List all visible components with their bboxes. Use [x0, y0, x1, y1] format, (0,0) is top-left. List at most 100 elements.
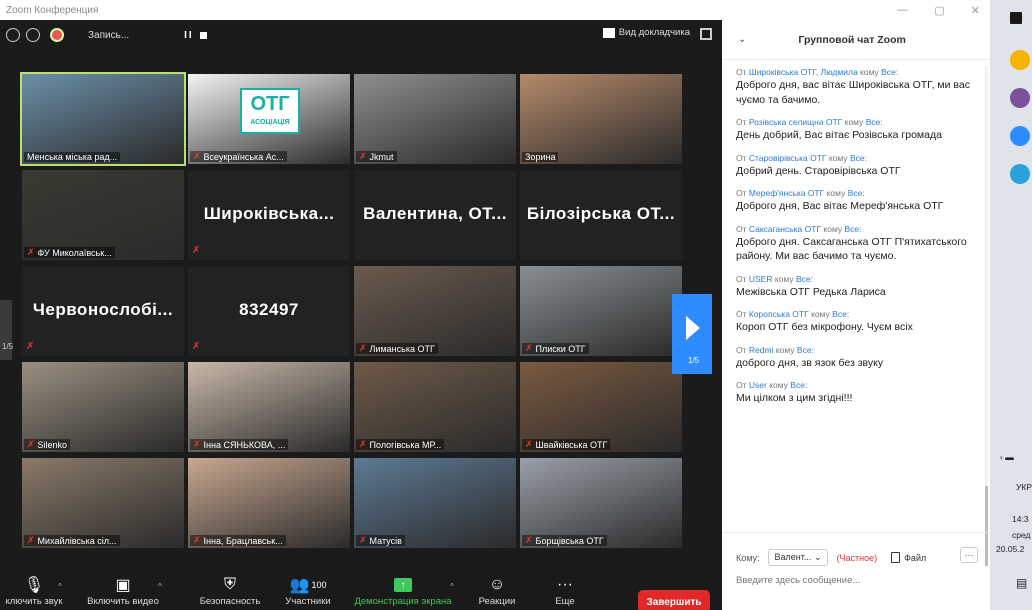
participants-button[interactable]: 👥 100 Участники: [278, 574, 338, 607]
chrome-icon[interactable]: [1010, 50, 1030, 70]
chat-scrollbar[interactable]: [985, 66, 988, 566]
language-indicator[interactable]: УКР: [1016, 482, 1032, 492]
telegram-icon[interactable]: [1010, 164, 1030, 184]
participant-tile[interactable]: Зорина: [520, 74, 682, 164]
chevron-down-icon[interactable]: ⌄: [738, 34, 746, 45]
reactions-button[interactable]: ☺ Реакции: [472, 574, 522, 607]
participant-tile[interactable]: ✗ Інна, Брацлавськ...: [188, 458, 350, 548]
notification-icon[interactable]: ▤: [1016, 576, 1027, 590]
chat-recipient: Все:: [847, 188, 865, 198]
clock-time[interactable]: 14:3: [1012, 514, 1029, 524]
share-screen-button[interactable]: ↑ Демонстрация экрана: [348, 574, 458, 607]
participant-tile[interactable]: 832497 ✗: [188, 266, 350, 356]
participant-tile[interactable]: ✗ Лиманська ОТГ: [354, 266, 516, 356]
more-icon: ···: [557, 576, 573, 593]
audio-options-caret-icon[interactable]: ^: [58, 582, 62, 591]
chat-message: От User кому Все: Ми цілком з цим згідні!…: [736, 379, 976, 406]
file-button[interactable]: Файл: [891, 552, 926, 563]
participant-tile[interactable]: Білозірська ОТ...: [520, 170, 682, 260]
chat-sender: Саксаганська ОТГ: [748, 223, 822, 234]
otg-logo: ОТГ АСОЦІАЦІЯ: [240, 88, 300, 134]
chat-more-button[interactable]: ···: [960, 547, 978, 563]
from-word: От: [736, 188, 749, 198]
chat-sender: Redmi: [748, 344, 774, 355]
tray-chevron-icon[interactable]: ‹ ▬: [1000, 452, 1014, 462]
participant-tile[interactable]: ✗ Михайлівська сіл...: [22, 458, 184, 548]
mic-muted-icon: ✗: [193, 535, 201, 545]
participant-tile[interactable]: ✗ Швайківська ОТГ: [520, 362, 682, 452]
record-icon: [52, 30, 62, 40]
participant-name-large: Валентина, ОТ...: [363, 204, 507, 223]
chat-sender: Старовірівська ОТГ: [748, 152, 827, 163]
video-button[interactable]: ▣ Включить видео: [80, 574, 166, 607]
mic-off-icon: 🎙: [23, 577, 45, 594]
to-word: кому: [766, 380, 791, 390]
participant-name-text: Silenko: [37, 439, 68, 450]
participant-name-text: Інна СЯНЬКОВА, ...: [203, 439, 286, 450]
window-controls: — ▢ ✕: [897, 0, 980, 20]
to-word: кому: [821, 223, 845, 234]
chat-message: От Саксаганська ОТГ кому Все: Доброго дня…: [736, 223, 976, 264]
shield-icon[interactable]: [26, 28, 40, 42]
participant-tile[interactable]: Валентина, ОТ...: [354, 170, 516, 260]
participant-tile[interactable]: ✗ Плиски ОТГ: [520, 266, 682, 356]
participant-video: [520, 74, 682, 164]
participant-tile[interactable]: ✗ Матусів: [354, 458, 516, 548]
participants-count: 100: [311, 580, 327, 590]
stop-record-button[interactable]: [199, 31, 207, 39]
chat-sender: Розівська селищна ОТГ: [748, 117, 843, 127]
participant-name: ✗ Silenko: [24, 439, 71, 450]
info-icon[interactable]: [6, 28, 20, 42]
maximize-icon[interactable]: ▢: [934, 4, 944, 17]
chat-message-text: Ми цілком з цим згідні!!!: [736, 392, 853, 404]
viber-icon[interactable]: [1010, 88, 1030, 108]
next-page-button[interactable]: 1/5: [672, 294, 712, 374]
participant-tile[interactable]: ✗ Інна СЯНЬКОВА, ...: [188, 362, 350, 452]
participant-tile[interactable]: ✗ ФУ Миколаївськ...: [22, 170, 184, 260]
recipient-select[interactable]: Валент... ⌄: [767, 549, 829, 566]
participant-tile[interactable]: Червонослобі... ✗: [22, 266, 184, 356]
participant-video: [22, 74, 184, 164]
prev-page-button[interactable]: 1/5: [0, 300, 13, 360]
mute-button[interactable]: 🎙 ключить звук: [4, 574, 64, 607]
video-options-caret-icon[interactable]: ^: [158, 582, 162, 591]
speaker-view-label: Вид докладчика: [618, 27, 690, 38]
share-options-caret-icon[interactable]: ^: [450, 582, 454, 591]
participant-name-text: Плиски ОТГ: [535, 343, 586, 354]
participant-tile[interactable]: ✗ Silenko: [22, 362, 184, 452]
video-label: Включить видео: [87, 596, 159, 607]
participant-tile[interactable]: ✗ Пологівська МР...: [354, 362, 516, 452]
grid-icon: [602, 27, 615, 38]
to-word: кому: [842, 117, 866, 127]
pause-record-button[interactable]: II: [184, 30, 194, 41]
security-button[interactable]: ⛨ Безопасность: [194, 574, 266, 607]
participant-name-large: 832497: [239, 300, 299, 319]
chat-input[interactable]: Введите здесь сообщение...: [736, 575, 860, 586]
end-meeting-button[interactable]: Завершить: [638, 590, 710, 610]
more-button[interactable]: ··· Еще: [550, 574, 580, 607]
windows-start-icon[interactable]: [1010, 12, 1022, 24]
security-label: Безопасность: [199, 596, 261, 607]
speaker-view-button[interactable]: Вид докладчика: [602, 27, 690, 38]
minimize-icon[interactable]: —: [897, 4, 908, 16]
participant-name: ✗ Борщівська ОТГ: [522, 535, 607, 546]
file-icon: [891, 552, 901, 563]
chat-header: ⌄ Групповой чат Zoom: [722, 20, 990, 60]
participant-tile[interactable]: Менська міська рад...: [20, 72, 186, 166]
participants-label: Участники: [285, 596, 331, 607]
chat-message-text: Доброго дня, вас вітає Широківська ОТГ, …: [736, 79, 970, 106]
to-word: кому: [826, 152, 850, 163]
participant-name: ✗ Jkmut: [356, 151, 397, 162]
participant-tile[interactable]: Широківська... ✗: [188, 170, 350, 260]
meeting-toolbar: 🎙 ключить звук ^ ▣ Включить видео ^ ⛨ Бе…: [0, 568, 722, 610]
participant-tile[interactable]: ✗ Борщівська ОТГ: [520, 458, 682, 548]
zoom-icon[interactable]: [1010, 126, 1030, 146]
fullscreen-icon[interactable]: [700, 28, 712, 40]
participant-name: ✗ Матусів: [356, 535, 405, 546]
chat-recipient: Все:: [790, 380, 808, 390]
chat-message: От Широківська ОТГ, Людмила кому Все: Доб…: [736, 66, 976, 107]
participant-tile[interactable]: ✗ Jkmut: [354, 74, 516, 164]
close-icon[interactable]: ✕: [971, 4, 980, 17]
participant-tile[interactable]: ОТГ АСОЦІАЦІЯ ✗ Всеукраїнська Ас...: [188, 74, 350, 164]
chat-message-text: День добрий, Вас вітає Розівська громада: [736, 129, 942, 141]
